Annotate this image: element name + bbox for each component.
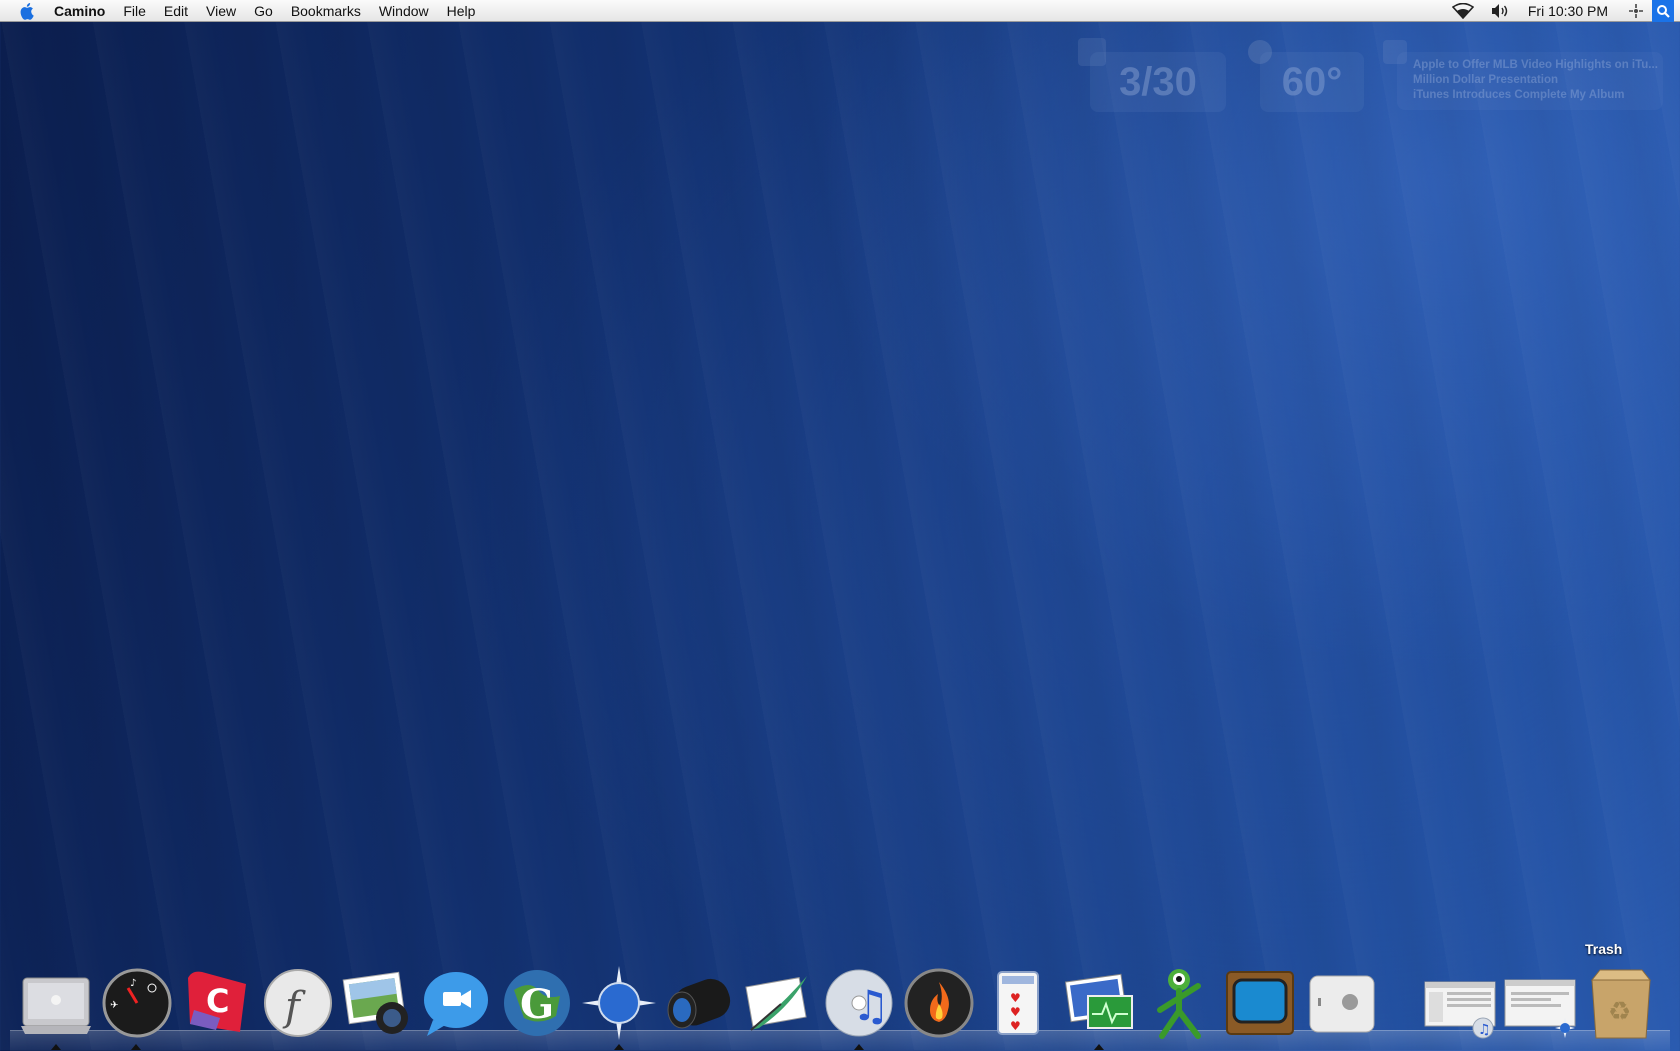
svg-text:♥: ♥ (1010, 1019, 1021, 1033)
menu-view[interactable]: View (197, 3, 245, 19)
ichat-icon[interactable] (419, 966, 493, 1040)
sync-icon[interactable] (1620, 3, 1652, 19)
svg-text:G: G (520, 981, 554, 1028)
menu-help[interactable]: Help (438, 3, 485, 19)
running-indicator (614, 1044, 624, 1050)
menu-go[interactable]: Go (245, 3, 282, 19)
dashboard-icon[interactable]: ♪ ✈ (100, 966, 174, 1040)
running-indicator (131, 1044, 141, 1050)
svg-text:♫: ♫ (1478, 1022, 1491, 1038)
menu-bar: Camino File Edit View Go Bookmarks Windo… (0, 0, 1680, 22)
weather-temperature: 60° (1260, 52, 1364, 112)
firewall-icon[interactable] (902, 966, 976, 1040)
calendar-date: 3/30 (1090, 52, 1226, 112)
menu-file[interactable]: File (114, 3, 155, 19)
running-indicator (51, 1044, 61, 1050)
safari-window-icon[interactable] (1503, 966, 1577, 1040)
menu-app-name[interactable]: Camino (52, 3, 114, 19)
itunes-window-icon[interactable]: ♫ (1423, 966, 1497, 1040)
apple-icon[interactable] (18, 1, 38, 21)
menu-window[interactable]: Window (370, 3, 438, 19)
rss-feed: Apple to Offer MLB Video Highlights on i… (1397, 52, 1663, 110)
activity-monitor-icon[interactable] (1062, 966, 1136, 1040)
running-indicator (854, 1044, 864, 1050)
rss-headline[interactable]: Apple to Offer MLB Video Highlights on i… (1413, 58, 1663, 73)
running-indicator (1094, 1044, 1104, 1050)
iphoto-icon[interactable] (340, 966, 414, 1040)
svg-text:♻: ♻ (1608, 997, 1631, 1027)
adium-icon[interactable] (1142, 966, 1216, 1040)
wifi-icon[interactable] (1444, 2, 1482, 19)
volume-icon[interactable] (1482, 3, 1518, 19)
itunes-icon[interactable]: ♫ (822, 966, 896, 1040)
rss-headline[interactable]: iTunes Introduces Complete My Album (1413, 88, 1663, 103)
menu-clock[interactable]: Fri 10:30 PM (1518, 3, 1620, 19)
menu-bookmarks[interactable]: Bookmarks (282, 3, 370, 19)
finder-icon[interactable] (19, 966, 93, 1040)
trash-icon[interactable]: ♻ (1584, 966, 1658, 1040)
safari-icon[interactable] (582, 966, 656, 1040)
svg-text:♪: ♪ (130, 978, 136, 989)
fontbook-icon[interactable]: f (261, 966, 335, 1040)
desktop-wallpaper (0, 0, 1680, 1050)
svg-text:♥: ♥ (1010, 1005, 1021, 1019)
svg-text:♫: ♫ (852, 981, 890, 1030)
svg-text:♥: ♥ (1010, 991, 1021, 1005)
google-earth-icon[interactable]: G (500, 966, 574, 1040)
svg-text:C: C (206, 982, 229, 1020)
aperture-icon[interactable] (660, 966, 734, 1040)
tv-icon[interactable] (1223, 966, 1297, 1040)
svg-text:✈: ✈ (110, 1000, 118, 1011)
solitaire-icon[interactable]: ♥ ♥ ♥ (982, 966, 1056, 1040)
camino-icon[interactable]: C (180, 966, 254, 1040)
rss-headline[interactable]: Million Dollar Presentation (1413, 73, 1663, 88)
mac-mini-icon[interactable] (1304, 966, 1378, 1040)
quill-icon[interactable] (741, 966, 815, 1040)
dock-hover-label: Trash (1585, 941, 1623, 957)
menu-edit[interactable]: Edit (155, 3, 197, 19)
menu-extras: Fri 10:30 PM (1444, 0, 1680, 22)
spotlight-icon[interactable] (1652, 0, 1674, 22)
